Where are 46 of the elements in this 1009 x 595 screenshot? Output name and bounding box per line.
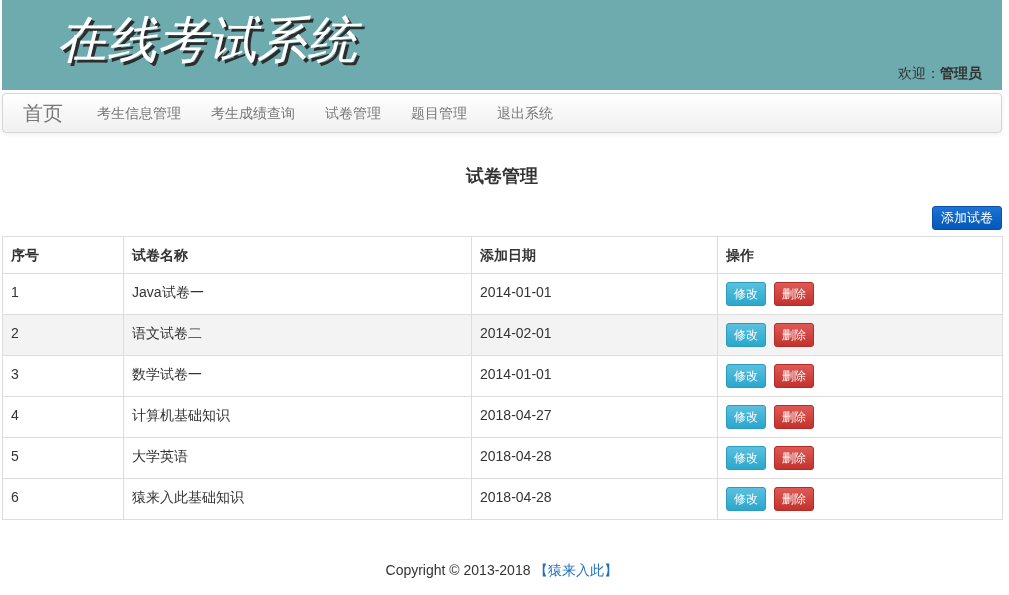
table-cell: Java试卷一 [123,273,472,315]
table-cell: 2018-04-27 [471,396,718,438]
delete-button[interactable]: 删除 [774,487,814,511]
footer-link[interactable]: 【猿来入此】 [534,562,619,578]
add-paper-button[interactable]: 添加试卷 [932,206,1002,230]
home-link[interactable]: 首页 [23,94,63,132]
table-cell: 语文试卷二 [123,314,472,356]
delete-button[interactable]: 删除 [774,323,814,347]
table-cell: 猿来入此基础知识 [123,478,472,520]
edit-button[interactable]: 修改 [726,446,766,470]
edit-button[interactable]: 修改 [726,282,766,306]
delete-button[interactable]: 删除 [774,364,814,388]
table-cell: 6 [2,478,124,520]
nav-link[interactable]: 考生信息管理 [82,94,196,132]
table-cell: 2018-04-28 [471,437,718,479]
column-header: 操作 [717,236,1003,274]
table-cell: 2018-04-28 [471,478,718,520]
table-cell: 5 [2,437,124,479]
delete-button[interactable]: 删除 [774,405,814,429]
column-header: 序号 [2,236,124,274]
welcome-text: 欢迎：管理员 [898,64,982,83]
table-cell: 2014-01-01 [471,273,718,315]
table-cell: 数学试卷一 [123,355,472,397]
nav-link[interactable]: 退出系统 [482,94,568,132]
edit-button[interactable]: 修改 [726,323,766,347]
delete-button[interactable]: 删除 [774,446,814,470]
nav-link[interactable]: 考生成绩查询 [196,94,310,132]
site-title: 在线考试系统 [53,10,371,74]
nav-link[interactable]: 题目管理 [396,94,482,132]
table-cell: 1 [2,273,124,315]
edit-button[interactable]: 修改 [726,487,766,511]
table-cell: 计算机基础知识 [123,396,472,438]
edit-button[interactable]: 修改 [726,405,766,429]
table-cell: 2014-01-01 [471,355,718,397]
table-cell: 2 [2,314,124,356]
delete-button[interactable]: 删除 [774,282,814,306]
table-cell: 2014-02-01 [471,314,718,356]
column-header: 试卷名称 [123,236,472,274]
column-header: 添加日期 [471,236,718,274]
edit-button[interactable]: 修改 [726,364,766,388]
copyright-text: Copyright © 2013-2018 [385,562,531,578]
nav-link[interactable]: 试卷管理 [310,94,396,132]
page-heading: 试卷管理 [464,165,539,188]
table-cell: 3 [2,355,124,397]
table-cell: 4 [2,396,124,438]
table-cell: 大学英语 [123,437,472,479]
